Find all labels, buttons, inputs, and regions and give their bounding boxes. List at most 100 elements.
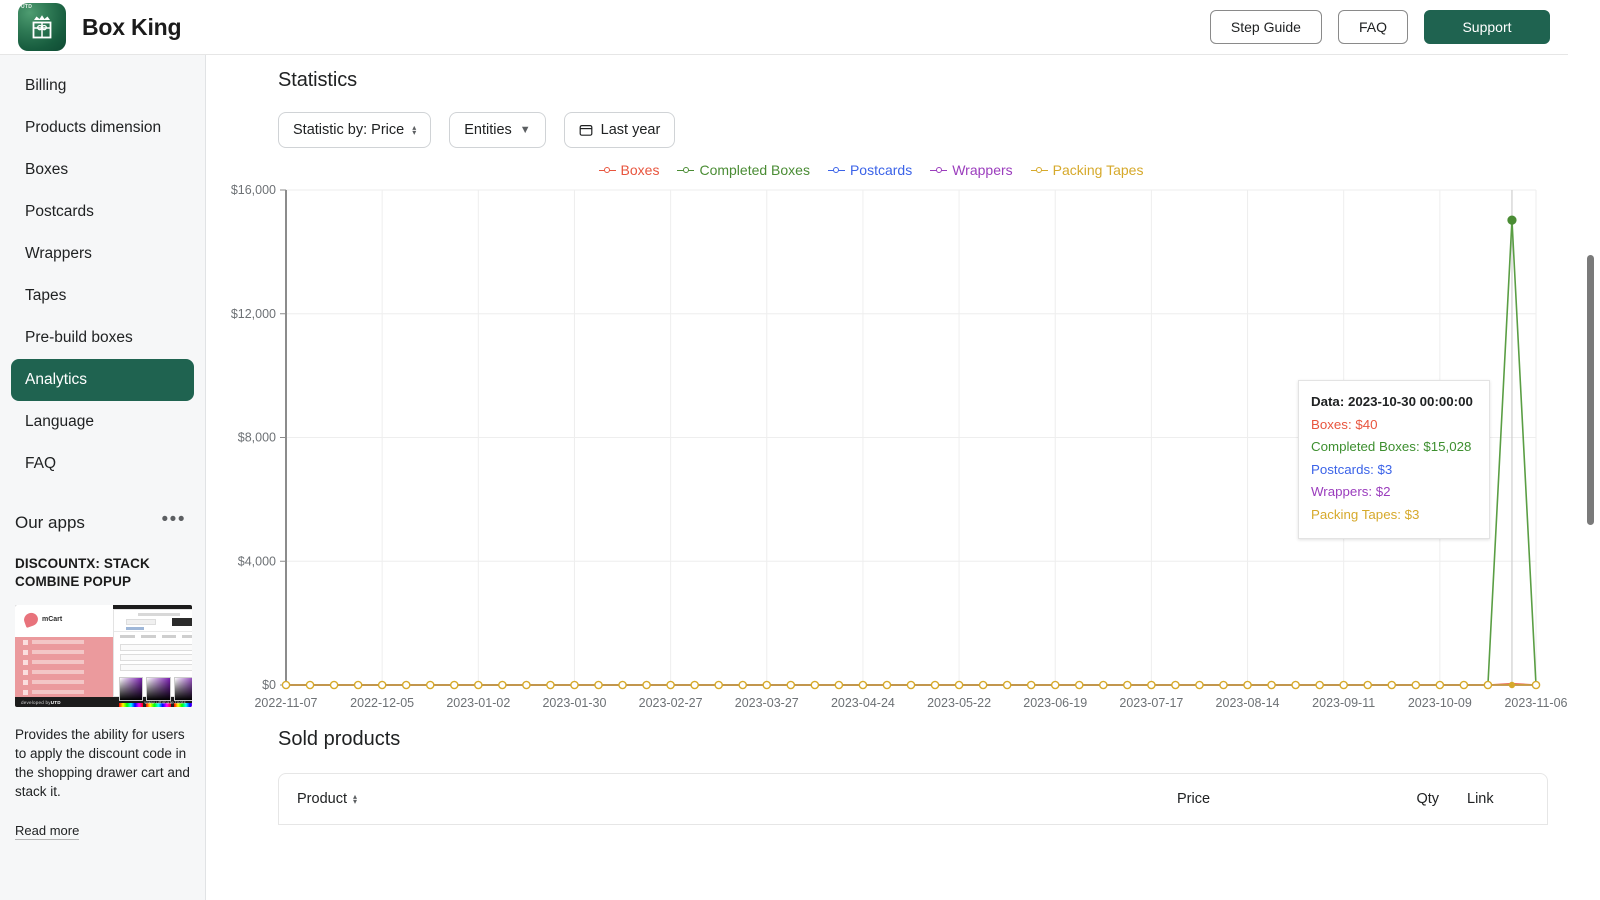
- data-point-marker[interactable]: [835, 681, 842, 688]
- sidebar-item-boxes[interactable]: Boxes: [11, 149, 194, 191]
- data-point-marker[interactable]: [1436, 681, 1443, 688]
- data-point-marker[interactable]: [643, 681, 650, 688]
- sidebar-item-wrappers[interactable]: Wrappers: [11, 233, 194, 275]
- data-point-marker[interactable]: [739, 681, 746, 688]
- data-point-marker[interactable]: [811, 681, 818, 688]
- data-point-marker[interactable]: [403, 681, 410, 688]
- sidebar-item-products-dimension[interactable]: Products dimension: [11, 107, 194, 149]
- data-point-marker[interactable]: [1148, 681, 1155, 688]
- data-point-marker[interactable]: [859, 681, 866, 688]
- data-point-marker[interactable]: [571, 681, 578, 688]
- data-point-marker[interactable]: [427, 681, 434, 688]
- data-point-marker[interactable]: [379, 681, 386, 688]
- data-point-marker[interactable]: [1244, 681, 1251, 688]
- data-point-marker[interactable]: [1124, 681, 1131, 688]
- data-point-marker[interactable]: [1220, 681, 1227, 688]
- data-point-marker[interactable]: [691, 681, 698, 688]
- data-point-marker[interactable]: [1412, 681, 1419, 688]
- data-point-marker[interactable]: [667, 681, 674, 688]
- legend-marker-icon: [828, 166, 845, 175]
- legend-item-completed-boxes[interactable]: Completed Boxes: [677, 162, 810, 178]
- data-point-marker[interactable]: [931, 681, 938, 688]
- tooltip-row-postcards: Postcards: $3: [1311, 459, 1477, 482]
- data-point-marker[interactable]: [1052, 681, 1059, 688]
- tooltip-title: Data: 2023-10-30 00:00:00: [1311, 391, 1477, 414]
- bullet-icon: [23, 650, 28, 655]
- scrollbar-thumb[interactable]: [1587, 255, 1594, 525]
- our-apps-title: Our apps: [15, 513, 85, 533]
- data-point-marker-active[interactable]: [1509, 682, 1515, 688]
- field-mock: [120, 644, 192, 651]
- data-point-marker[interactable]: [1484, 681, 1491, 688]
- data-point-marker[interactable]: [619, 681, 626, 688]
- data-point-marker[interactable]: [1460, 681, 1467, 688]
- entities-select[interactable]: Entities ▼: [449, 112, 545, 148]
- data-point-marker[interactable]: [355, 681, 362, 688]
- data-point-marker[interactable]: [595, 681, 602, 688]
- legend-item-boxes[interactable]: Boxes: [599, 162, 660, 178]
- data-point-marker[interactable]: [787, 681, 794, 688]
- data-point-marker[interactable]: [1292, 681, 1299, 688]
- filter-bar: Statistic by: Price ▴▾ Entities ▼ Last y…: [206, 92, 1568, 148]
- field-mock: [120, 654, 192, 661]
- support-button[interactable]: Support: [1424, 10, 1550, 44]
- text-line: [32, 680, 84, 684]
- data-point-marker[interactable]: [1532, 681, 1539, 688]
- read-more-link[interactable]: Read more: [15, 823, 79, 840]
- sidebar-item-label: Postcards: [25, 203, 94, 221]
- data-point-marker[interactable]: [499, 681, 506, 688]
- data-point-marker[interactable]: [1076, 681, 1083, 688]
- data-point-marker[interactable]: [547, 681, 554, 688]
- data-point-marker[interactable]: [1268, 681, 1275, 688]
- legend-item-packing-tapes[interactable]: Packing Tapes: [1031, 162, 1144, 178]
- data-point-marker[interactable]: [330, 681, 337, 688]
- sidebar-item-postcards[interactable]: Postcards: [11, 191, 194, 233]
- more-options-icon[interactable]: •••: [158, 514, 190, 532]
- data-point-marker[interactable]: [883, 681, 890, 688]
- data-point-highlight[interactable]: [1507, 215, 1516, 224]
- data-point-marker[interactable]: [1172, 681, 1179, 688]
- data-point-marker[interactable]: [1388, 681, 1395, 688]
- data-point-marker[interactable]: [1100, 681, 1107, 688]
- text-line: [32, 690, 84, 694]
- data-point-marker[interactable]: [715, 681, 722, 688]
- sidebar-item-tapes[interactable]: Tapes: [11, 275, 194, 317]
- color-field: [146, 677, 170, 701]
- faq-button[interactable]: FAQ: [1338, 10, 1408, 44]
- column-header-product[interactable]: Product ▴▾: [297, 791, 1177, 807]
- data-point-marker[interactable]: [475, 681, 482, 688]
- date-range-select[interactable]: Last year: [564, 112, 676, 148]
- promo-app-thumbnail[interactable]: mCart: [15, 605, 192, 707]
- sidebar-item-faq[interactable]: FAQ: [11, 443, 194, 485]
- legend-item-postcards[interactable]: Postcards: [828, 162, 912, 178]
- x-axis-tick-label: 2023-10-09: [1408, 696, 1472, 710]
- data-point-marker[interactable]: [1196, 681, 1203, 688]
- sidebar-item-billing[interactable]: Billing: [11, 65, 194, 107]
- data-point-marker[interactable]: [955, 681, 962, 688]
- data-point-marker[interactable]: [1004, 681, 1011, 688]
- mcart-wordmark: mCart: [42, 616, 62, 624]
- field-mock: [120, 664, 192, 671]
- data-point-marker[interactable]: [451, 681, 458, 688]
- thumbnail-left-panel: mCart: [15, 605, 113, 697]
- data-point-marker[interactable]: [1316, 681, 1323, 688]
- data-point-marker[interactable]: [907, 681, 914, 688]
- text-line: [32, 660, 84, 664]
- data-point-marker[interactable]: [763, 681, 770, 688]
- legend-label: Postcards: [850, 162, 912, 178]
- legend-item-wrappers[interactable]: Wrappers: [930, 162, 1012, 178]
- data-point-marker[interactable]: [1364, 681, 1371, 688]
- step-guide-button[interactable]: Step Guide: [1210, 10, 1322, 44]
- data-point-marker[interactable]: [1340, 681, 1347, 688]
- sidebar-item-analytics[interactable]: Analytics: [11, 359, 194, 401]
- sidebar-item-pre-build-boxes[interactable]: Pre-build boxes: [11, 317, 194, 359]
- statistic-by-select[interactable]: Statistic by: Price ▴▾: [278, 112, 431, 148]
- tooltip-row-boxes: Boxes: $40: [1311, 414, 1477, 437]
- vertical-scrollbar[interactable]: [1568, 55, 1600, 900]
- data-point-marker[interactable]: [1028, 681, 1035, 688]
- data-point-marker[interactable]: [523, 681, 530, 688]
- data-point-marker[interactable]: [282, 681, 289, 688]
- data-point-marker[interactable]: [980, 681, 987, 688]
- data-point-marker[interactable]: [306, 681, 313, 688]
- sidebar-item-language[interactable]: Language: [11, 401, 194, 443]
